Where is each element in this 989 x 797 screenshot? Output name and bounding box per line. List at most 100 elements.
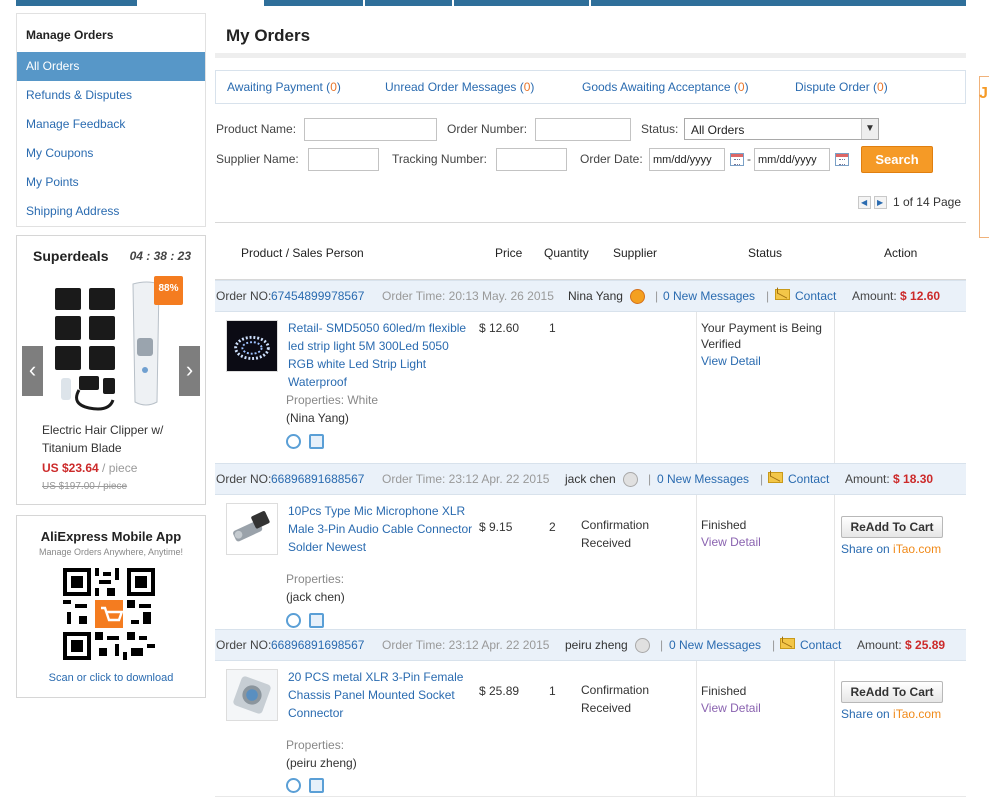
search-button[interactable]: Search xyxy=(861,146,933,173)
column-divider xyxy=(834,495,835,630)
top-nav-divider xyxy=(589,0,591,6)
tab-dispute-order[interactable]: Dispute Order (0) xyxy=(795,80,888,94)
calendar-icon[interactable] xyxy=(730,153,744,166)
tab-awaiting-payment[interactable]: Awaiting Payment (0) xyxy=(227,80,341,94)
carousel-prev-button[interactable]: ‹ xyxy=(22,346,43,396)
superdeal-price: US $23.64 / piece xyxy=(42,461,137,475)
order-number-link[interactable]: 67454899978567 xyxy=(271,289,364,303)
sidebar-item-refunds-disputes[interactable]: Refunds & Disputes xyxy=(17,81,205,110)
tab-count: 0 xyxy=(877,80,884,94)
pagination: ◀ ▶ 1 of 14 Page xyxy=(857,195,961,210)
order-row: 20 PCS metal XLR 3-Pin Female Chassis Pa… xyxy=(215,661,966,797)
tab-label: Goods Awaiting Acceptance xyxy=(582,80,731,94)
xlr-socket-product-thumbnail[interactable] xyxy=(226,669,278,721)
product-properties: Properties: White xyxy=(286,393,379,407)
share-itao-link[interactable]: Share on iTao.com xyxy=(841,707,941,721)
next-page-icon[interactable]: ▶ xyxy=(873,196,887,210)
product-name-link[interactable]: 20 PCS metal XLR 3-Pin Female Chassis Pa… xyxy=(288,668,476,722)
product-name-input[interactable] xyxy=(304,118,437,141)
separator: | xyxy=(648,472,652,486)
product-name-link[interactable]: Retail- SMD5050 60led/m flexible led str… xyxy=(288,319,476,391)
header-status: Status xyxy=(748,246,783,260)
mail-icon[interactable] xyxy=(768,472,783,483)
header-quantity: Quantity xyxy=(544,246,589,260)
superdeals-widget: Superdeals 04 : 38 : 23 88% ‹ › Electric… xyxy=(16,235,206,505)
chevron-down-icon[interactable]: ▼ xyxy=(861,119,878,139)
order-number-label: Order NO: xyxy=(216,638,272,652)
tracking-number-input[interactable] xyxy=(496,148,567,171)
supplier-name-input[interactable] xyxy=(308,148,379,171)
scan-download-link[interactable]: Scan or click to download xyxy=(17,672,205,684)
order-amount: Amount: $ 12.60 xyxy=(852,289,940,303)
tab-goods-awaiting-acceptance[interactable]: Goods Awaiting Acceptance (0) xyxy=(582,80,749,94)
view-detail-link[interactable]: View Detail xyxy=(701,352,761,370)
readd-to-cart-button[interactable]: ReAdd To Cart xyxy=(841,681,943,703)
sidebar-item-manage-feedback[interactable]: Manage Feedback xyxy=(17,110,205,139)
chat-face-icon[interactable] xyxy=(630,289,645,304)
sidebar-title: Manage Orders xyxy=(26,28,114,42)
separator: | xyxy=(760,472,764,486)
order-tools xyxy=(286,613,332,629)
contact-link[interactable]: Contact xyxy=(795,289,836,303)
top-nav-active-tab[interactable] xyxy=(137,0,264,6)
amount-value: $ 18.30 xyxy=(893,472,934,486)
order-header: Order NO: 67454899978567 Order Time: 20:… xyxy=(215,280,966,312)
qr-code-icon[interactable] xyxy=(63,568,155,660)
clock-icon[interactable] xyxy=(286,613,301,629)
carousel-next-button[interactable]: › xyxy=(179,346,200,396)
led-strip-product-thumbnail[interactable] xyxy=(226,320,278,372)
refresh-icon[interactable] xyxy=(309,434,324,450)
clock-icon[interactable] xyxy=(286,434,301,450)
chat-face-icon[interactable] xyxy=(635,638,650,653)
contact-link[interactable]: Contact xyxy=(800,638,841,652)
sidebar-item-shipping-address[interactable]: Shipping Address xyxy=(17,197,205,226)
refresh-icon[interactable] xyxy=(309,613,324,629)
supplier-status: Confirmation Received xyxy=(581,683,650,715)
tab-label: Awaiting Payment xyxy=(227,80,323,94)
tracking-number-label: Tracking Number: xyxy=(392,152,487,166)
superdeal-product-name[interactable]: Electric Hair Clipper w/ Titanium Blade xyxy=(42,421,192,457)
new-messages-link[interactable]: 0 New Messages xyxy=(669,638,761,652)
tab-count: 0 xyxy=(737,80,745,94)
item-quantity: 1 xyxy=(549,684,556,698)
tab-count: 0 xyxy=(330,80,337,94)
status-select[interactable]: All Orders ▼ xyxy=(684,118,879,140)
new-messages-link[interactable]: 0 New Messages xyxy=(663,289,755,303)
order-number-link[interactable]: 66896891698567 xyxy=(271,638,364,652)
mail-icon[interactable] xyxy=(775,289,790,300)
chat-face-icon[interactable] xyxy=(623,472,638,487)
order-header: Order NO: 66896891698567 Order Time: 23:… xyxy=(215,629,966,661)
header-price: Price xyxy=(495,246,523,260)
xlr-connector-product-thumbnail[interactable] xyxy=(226,503,278,555)
separator: | xyxy=(655,289,659,303)
order-date-to-input[interactable]: mm/dd/yyyy xyxy=(754,148,830,171)
view-detail-link[interactable]: View Detail xyxy=(701,699,761,717)
prev-page-icon[interactable]: ◀ xyxy=(857,196,871,210)
view-detail-link[interactable]: View Detail xyxy=(701,533,761,551)
mail-icon[interactable] xyxy=(780,638,795,649)
calendar-icon[interactable] xyxy=(835,153,849,166)
product-name-link[interactable]: 10Pcs Type Mic Microphone XLR Male 3-Pin… xyxy=(288,502,476,556)
right-edge-banner[interactable]: J xyxy=(979,76,989,238)
column-divider xyxy=(696,312,697,463)
order-date-from-input[interactable]: mm/dd/yyyy xyxy=(649,148,725,171)
countdown-timer: 04 : 38 : 23 xyxy=(129,249,191,263)
readd-to-cart-button[interactable]: ReAdd To Cart xyxy=(841,516,943,538)
order-number-link[interactable]: 66896891688567 xyxy=(271,472,364,486)
sidebar-item-my-coupons[interactable]: My Coupons xyxy=(17,139,205,168)
order-number-input[interactable] xyxy=(535,118,631,141)
order-header: Order NO: 66896891688567 Order Time: 23:… xyxy=(215,463,966,495)
sidebar-item-all-orders[interactable]: All Orders xyxy=(17,52,205,81)
new-messages-link[interactable]: 0 New Messages xyxy=(657,472,749,486)
item-quantity: 2 xyxy=(549,520,556,534)
clock-icon[interactable] xyxy=(286,778,301,794)
share-itao-link[interactable]: Share on iTao.com xyxy=(841,542,941,556)
order-amount: Amount: $ 18.30 xyxy=(845,472,933,486)
column-divider xyxy=(834,661,835,796)
tab-unread-order-messages[interactable]: Unread Order Messages (0) xyxy=(385,80,534,94)
sidebar-item-my-points[interactable]: My Points xyxy=(17,168,205,197)
contact-link[interactable]: Contact xyxy=(788,472,829,486)
order-number-label: Order Number: xyxy=(447,122,528,136)
refresh-icon[interactable] xyxy=(309,778,324,794)
order-time: Order Time: 23:12 Apr. 22 2015 xyxy=(382,472,550,486)
